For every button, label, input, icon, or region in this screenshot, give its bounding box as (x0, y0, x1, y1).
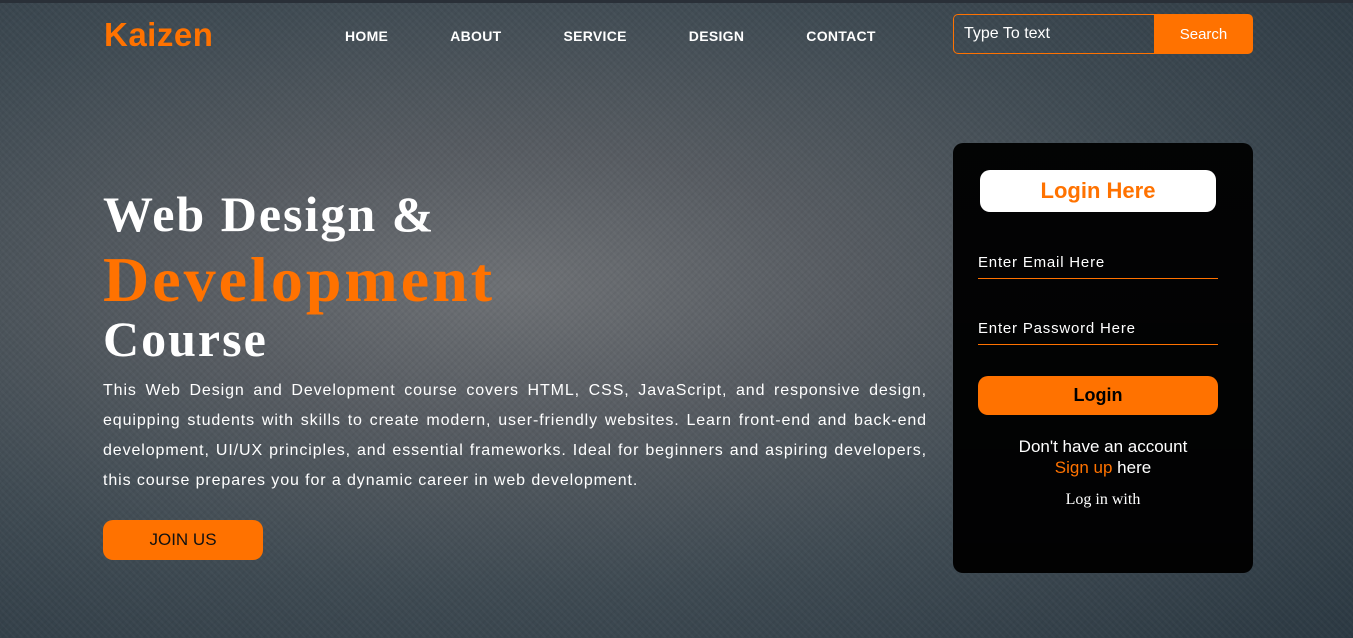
top-border (0, 0, 1353, 3)
password-field[interactable] (978, 319, 1218, 345)
site-logo[interactable]: Kaizen (104, 16, 213, 54)
signup-suffix: here (1112, 458, 1152, 477)
hero-title-line3: Course (103, 311, 268, 367)
nav-item-contact[interactable]: CONTACT (806, 28, 876, 44)
nav-item-service[interactable]: SERVICE (563, 28, 626, 44)
hero-title-line1: Web Design & (103, 186, 436, 242)
signup-link[interactable]: Sign up (1055, 458, 1113, 477)
main-nav: HOME ABOUT SERVICE DESIGN CONTACT (345, 28, 938, 44)
join-us-button[interactable]: JOIN US (103, 520, 263, 560)
login-form: Login Here Login Don't have an account S… (953, 143, 1253, 573)
no-account-text: Don't have an account (1018, 437, 1188, 456)
search-bar: Search (953, 14, 1253, 54)
login-with-text: Log in with (1065, 491, 1141, 508)
signup-prompt: Don't have an account Sign up here (953, 436, 1253, 478)
search-button[interactable]: Search (1154, 14, 1253, 54)
hero-title-line2: Development (103, 244, 496, 315)
hero-title: Web Design & Development Course (103, 186, 495, 367)
nav-item-design[interactable]: DESIGN (689, 28, 744, 44)
search-input[interactable] (953, 14, 1154, 54)
nav-item-home[interactable]: HOME (345, 28, 388, 44)
email-field[interactable] (978, 253, 1218, 279)
hero-description: This Web Design and Development course c… (103, 382, 927, 489)
login-heading: Login Here (980, 170, 1216, 212)
nav-item-about[interactable]: ABOUT (450, 28, 501, 44)
login-button[interactable]: Login (978, 376, 1218, 415)
